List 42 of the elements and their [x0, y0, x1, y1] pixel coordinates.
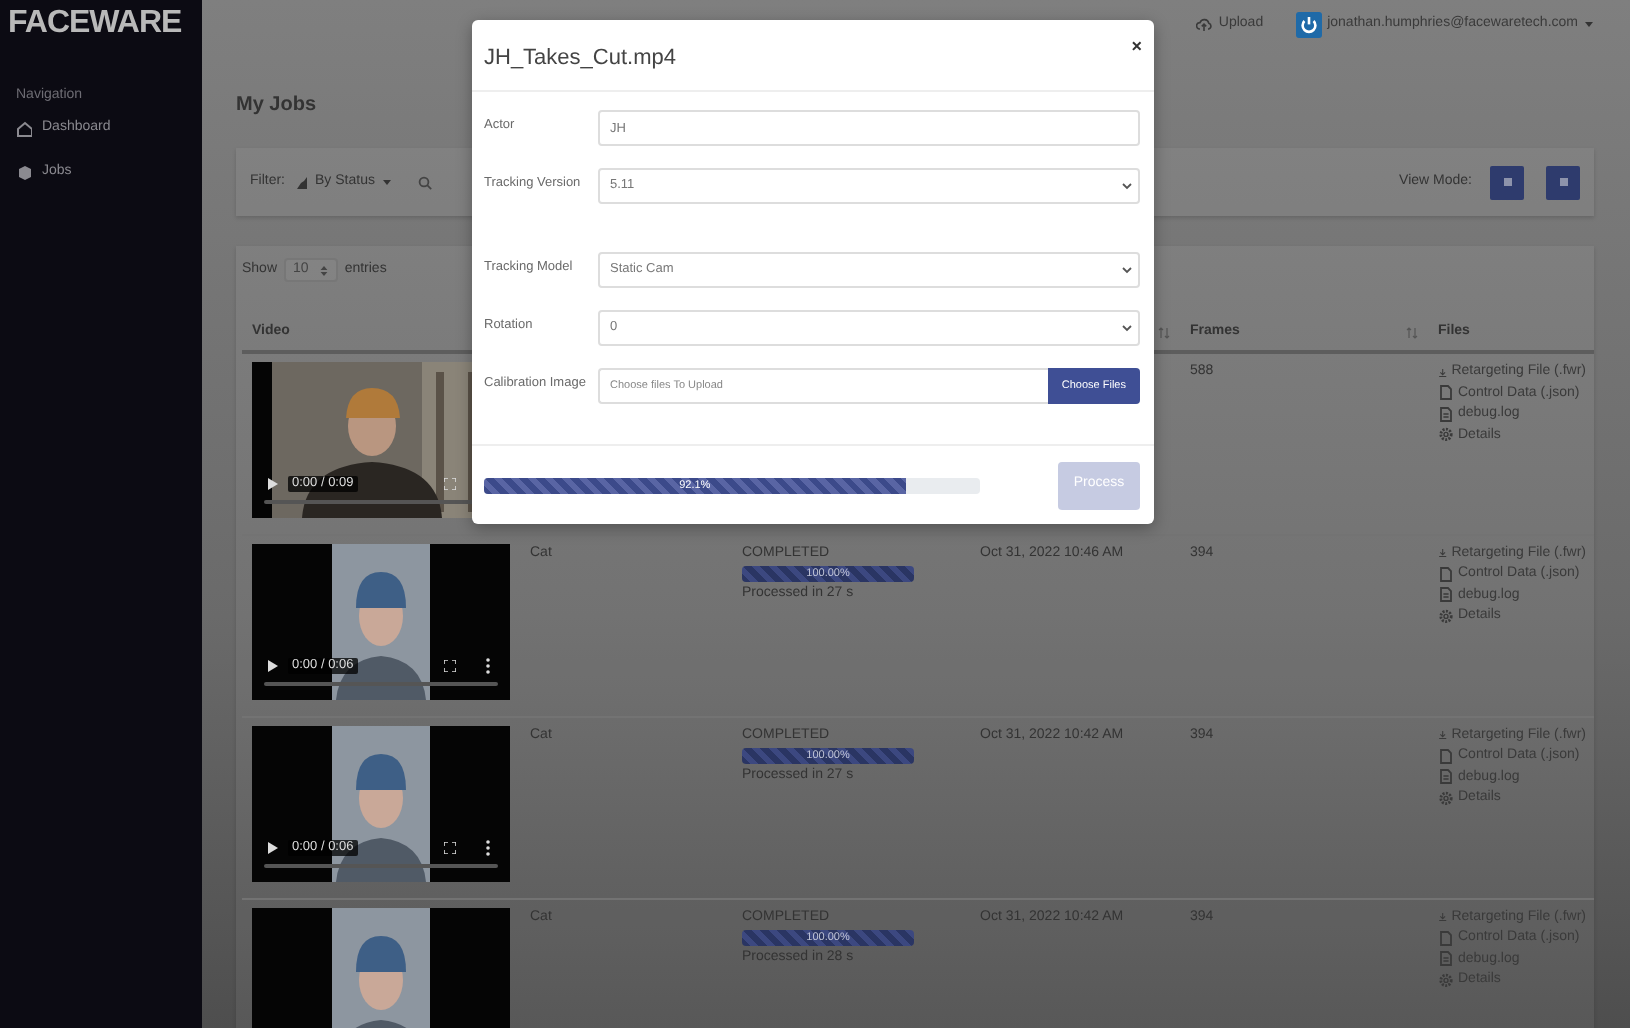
- fullscreen-icon: [444, 841, 456, 853]
- chart-icon: [295, 174, 307, 190]
- play-icon: [268, 841, 278, 853]
- view-mode-button[interactable]: [1546, 165, 1580, 199]
- avatar-icon: [1295, 11, 1322, 37]
- page-title: My Jobs: [236, 92, 319, 120]
- download-icon: [1438, 544, 1448, 563]
- gear-icon: [1438, 607, 1454, 626]
- home-icon: [16, 120, 32, 138]
- play-icon: [268, 478, 278, 490]
- close-button[interactable]: ×: [1131, 38, 1142, 56]
- download-icon: [1438, 726, 1448, 745]
- play-icon: [268, 659, 278, 671]
- file-text-icon: [1438, 768, 1454, 787]
- chevron-down-icon: [1122, 324, 1132, 332]
- sort-icon[interactable]: [1406, 326, 1418, 340]
- download-icon: [1438, 908, 1448, 927]
- download-icon: [1438, 363, 1448, 382]
- sort-icon[interactable]: [1158, 326, 1170, 340]
- file-text-icon: [1438, 405, 1454, 424]
- gear-icon: [1438, 789, 1454, 808]
- file-icon: [1438, 384, 1454, 403]
- file-icon: [1438, 929, 1454, 948]
- fullscreen-icon: [444, 478, 456, 490]
- file-text-icon: [1438, 950, 1454, 969]
- chevron-down-icon: [1122, 182, 1132, 190]
- file-text-icon: [1438, 586, 1454, 605]
- file-icon: [1438, 565, 1454, 584]
- view-mode-button[interactable]: [1490, 165, 1524, 199]
- cloud-upload-icon: [1196, 16, 1213, 32]
- sort-icon: [320, 263, 329, 277]
- logo: FACEWARE: [6, 4, 184, 44]
- gear-icon: [1438, 426, 1454, 445]
- chevron-down-icon: [1122, 266, 1132, 274]
- fullscreen-icon: [444, 659, 456, 671]
- gear-icon: [1438, 971, 1454, 990]
- modal-title: JH_Takes_Cut.mp4: [484, 43, 676, 74]
- box-icon: [16, 164, 32, 182]
- caret-icon: [382, 178, 393, 186]
- search-icon[interactable]: [418, 175, 433, 189]
- caret-icon: [1584, 20, 1594, 28]
- file-icon: [1438, 747, 1454, 766]
